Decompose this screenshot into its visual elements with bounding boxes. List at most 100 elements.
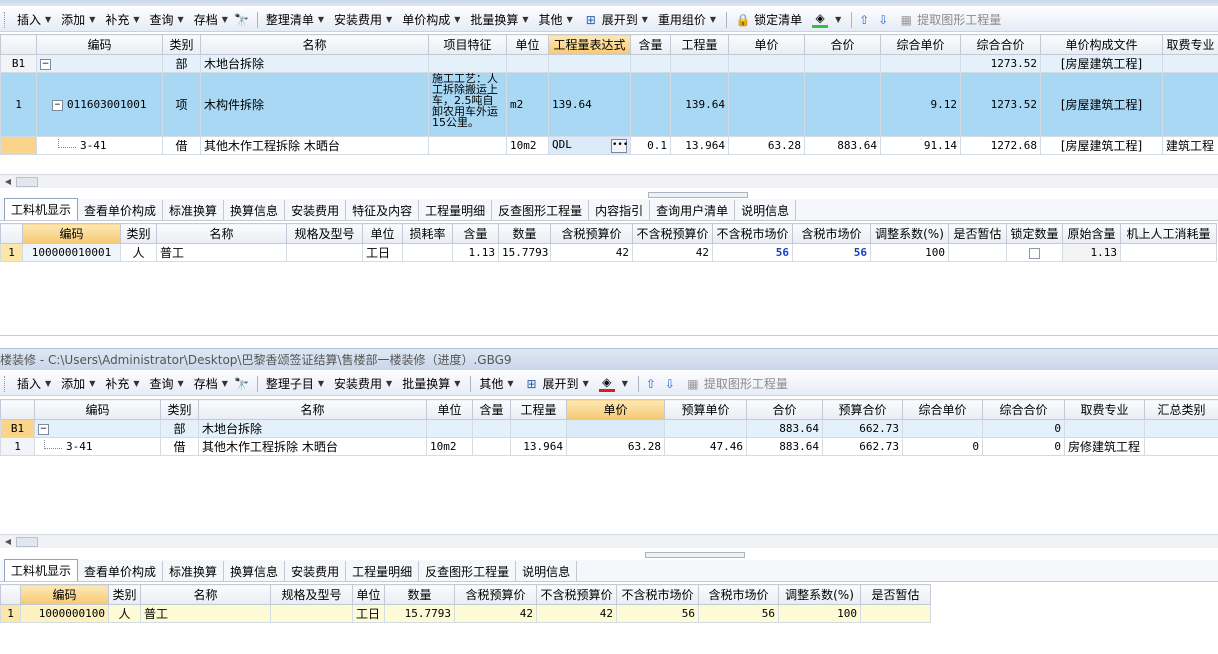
organize-subitem-menu[interactable]: 整理子目 ▼ (262, 374, 328, 394)
budget-price-cell[interactable]: 47.46 (664, 437, 747, 456)
col-header-tax-market[interactable]: 含税市场价 (792, 223, 871, 244)
tab-content-guide[interactable]: 内容指引 (589, 200, 651, 220)
archive-menu[interactable]: 存档 ▼ (190, 374, 232, 394)
lock-qty-checkbox[interactable] (1029, 247, 1040, 259)
scroll-left-icon[interactable]: ◀ (2, 536, 14, 548)
tab-install-fee[interactable]: 安装费用 (285, 561, 347, 581)
col-header-type[interactable]: 类别 (160, 399, 199, 420)
install-fee-menu[interactable]: 安装费用 ▼ (330, 10, 396, 30)
code-cell[interactable]: 1000000100 (20, 604, 109, 623)
extract-graphic-qty-button[interactable]: ▦ 提取图形工程量 (681, 374, 792, 394)
col-header-code[interactable]: 编码 (34, 399, 161, 420)
content-cell[interactable] (630, 54, 671, 73)
col-header-major[interactable]: 取费专业 (1162, 34, 1218, 55)
col-header-machine-labor[interactable]: 机上人工消耗量 (1120, 223, 1217, 244)
comp-total-cell[interactable]: 1273.52 (960, 54, 1041, 73)
col-header-quantity[interactable]: 工程量 (670, 34, 729, 55)
pane-splitter[interactable] (648, 192, 748, 198)
archive-menu[interactable]: 存档 ▼ (190, 10, 232, 30)
budget-price-cell[interactable] (664, 419, 747, 438)
col-header-summary[interactable]: 汇总类别 (1144, 399, 1218, 420)
install-fee-menu[interactable]: 安装费用 ▼ (330, 374, 396, 394)
move-down-icon[interactable]: ⇩ (662, 376, 678, 392)
code-cell[interactable]: −011603001001 (36, 72, 163, 137)
name-cell[interactable]: 木地台拆除 (198, 419, 427, 438)
lock-qty-cell[interactable] (1006, 243, 1063, 262)
table-row[interactable]: B1 − 部 木地台拆除 883.64 662.73 0 (0, 419, 1218, 438)
expression-cell[interactable]: QDL ••• (548, 136, 631, 155)
row-number[interactable]: 1 (0, 437, 35, 456)
quantity-cell[interactable]: 13.964 (670, 136, 729, 155)
tab-query-user-list[interactable]: 查询用户清单 (650, 200, 736, 220)
content-cell[interactable]: 0.1 (630, 136, 671, 155)
other-menu[interactable]: 其他 ▼ (475, 374, 517, 394)
table-row[interactable]: 1 1000000100 人 普工 工日 15.7793 42 42 56 56… (0, 604, 931, 623)
notax-market-cell[interactable]: 56 (712, 243, 793, 262)
horizontal-scrollbar[interactable]: ◀ (0, 174, 1218, 188)
horizontal-scrollbar[interactable]: ◀ (0, 534, 1218, 548)
tax-market-cell[interactable]: 56 (698, 604, 779, 623)
tab-labor-material[interactable]: 工料机显示 (4, 559, 79, 581)
name-cell[interactable]: 木构件拆除 (200, 72, 429, 137)
col-header-notax-budget[interactable]: 不含税预算价 (536, 584, 617, 605)
col-header-tax-budget[interactable]: 含税预算价 (550, 223, 633, 244)
move-up-icon[interactable]: ⇧ (856, 12, 872, 28)
col-header-total[interactable]: 合价 (804, 34, 881, 55)
tab-reverse-graphic-qty[interactable]: 反查图形工程量 (492, 200, 590, 220)
type-cell[interactable]: 人 (108, 604, 141, 623)
tab-conversion-info[interactable]: 换算信息 (224, 200, 286, 220)
unit-cell[interactable]: 工日 (362, 243, 403, 262)
code-cell[interactable]: 3-41 (34, 437, 161, 456)
col-header-budget-total[interactable]: 预算合价 (822, 399, 903, 420)
col-header-expression[interactable]: 工程量表达式 (548, 34, 631, 55)
comp-price-cell[interactable]: 0 (902, 437, 983, 456)
content-cell[interactable] (472, 419, 511, 438)
query-menu[interactable]: 查询 ▼ (146, 374, 188, 394)
notax-market-cell[interactable]: 56 (616, 604, 699, 623)
feature-cell[interactable] (428, 136, 507, 155)
total-cell[interactable] (804, 54, 881, 73)
coef-cell[interactable]: 100 (870, 243, 949, 262)
insert-menu[interactable]: 插入 ▼ (13, 10, 55, 30)
type-cell[interactable]: 项 (162, 72, 201, 137)
tab-standard-conversion[interactable]: 标准换算 (163, 200, 225, 220)
organize-list-menu[interactable]: 整理清单 ▼ (262, 10, 328, 30)
pane-splitter[interactable] (645, 552, 745, 558)
estimate-cell[interactable] (948, 243, 1007, 262)
major-cell[interactable] (1064, 419, 1145, 438)
comp-total-cell[interactable]: 1272.68 (960, 136, 1041, 155)
price-cell[interactable] (728, 54, 805, 73)
table-row[interactable]: B1 − 部 木地台拆除 1273.52 [房屋建筑工程] (0, 54, 1218, 73)
expression-cell[interactable] (548, 54, 631, 73)
tab-feature-content[interactable]: 特征及内容 (346, 200, 420, 220)
scroll-thumb[interactable] (16, 537, 38, 547)
tab-description[interactable]: 说明信息 (735, 200, 797, 220)
tab-conversion-info[interactable]: 换算信息 (224, 561, 286, 581)
col-header-coef[interactable]: 调整系数(%) (778, 584, 861, 605)
col-header-quantity[interactable]: 工程量 (510, 399, 567, 420)
expression-cell[interactable]: 139.64 (548, 72, 631, 137)
scroll-left-icon[interactable]: ◀ (2, 176, 14, 188)
move-up-icon[interactable]: ⇧ (643, 376, 659, 392)
machine-labor-cell[interactable] (1120, 243, 1217, 262)
type-cell[interactable]: 借 (160, 437, 199, 456)
col-header-price[interactable]: 单价 (566, 399, 665, 420)
col-header-file[interactable]: 单价构成文件 (1040, 34, 1163, 55)
other-menu[interactable]: 其他 ▼ (535, 10, 577, 30)
budget-total-cell[interactable]: 662.73 (822, 419, 903, 438)
binoculars-icon[interactable]: 🔭 (234, 12, 250, 28)
row-number[interactable]: B1 (0, 54, 37, 73)
col-header-tax-market[interactable]: 含税市场价 (698, 584, 779, 605)
collapse-icon[interactable]: − (52, 99, 63, 111)
ellipsis-button[interactable]: ••• (611, 139, 628, 153)
col-header-comp-total[interactable]: 综合合价 (960, 34, 1041, 55)
type-cell[interactable]: 人 (120, 243, 157, 262)
estimate-cell[interactable] (860, 604, 931, 623)
col-header-name[interactable]: 名称 (198, 399, 427, 420)
code-cell[interactable]: − (36, 54, 163, 73)
name-cell[interactable]: 木地台拆除 (200, 54, 429, 73)
price-cell[interactable] (728, 72, 805, 137)
file-cell[interactable]: [房屋建筑工程] (1040, 54, 1163, 73)
col-header-estimate[interactable]: 是否暂估 (860, 584, 931, 605)
table-row[interactable]: 1 100000010001 人 普工 工日 1.13 15.7793 42 4… (0, 243, 1217, 262)
